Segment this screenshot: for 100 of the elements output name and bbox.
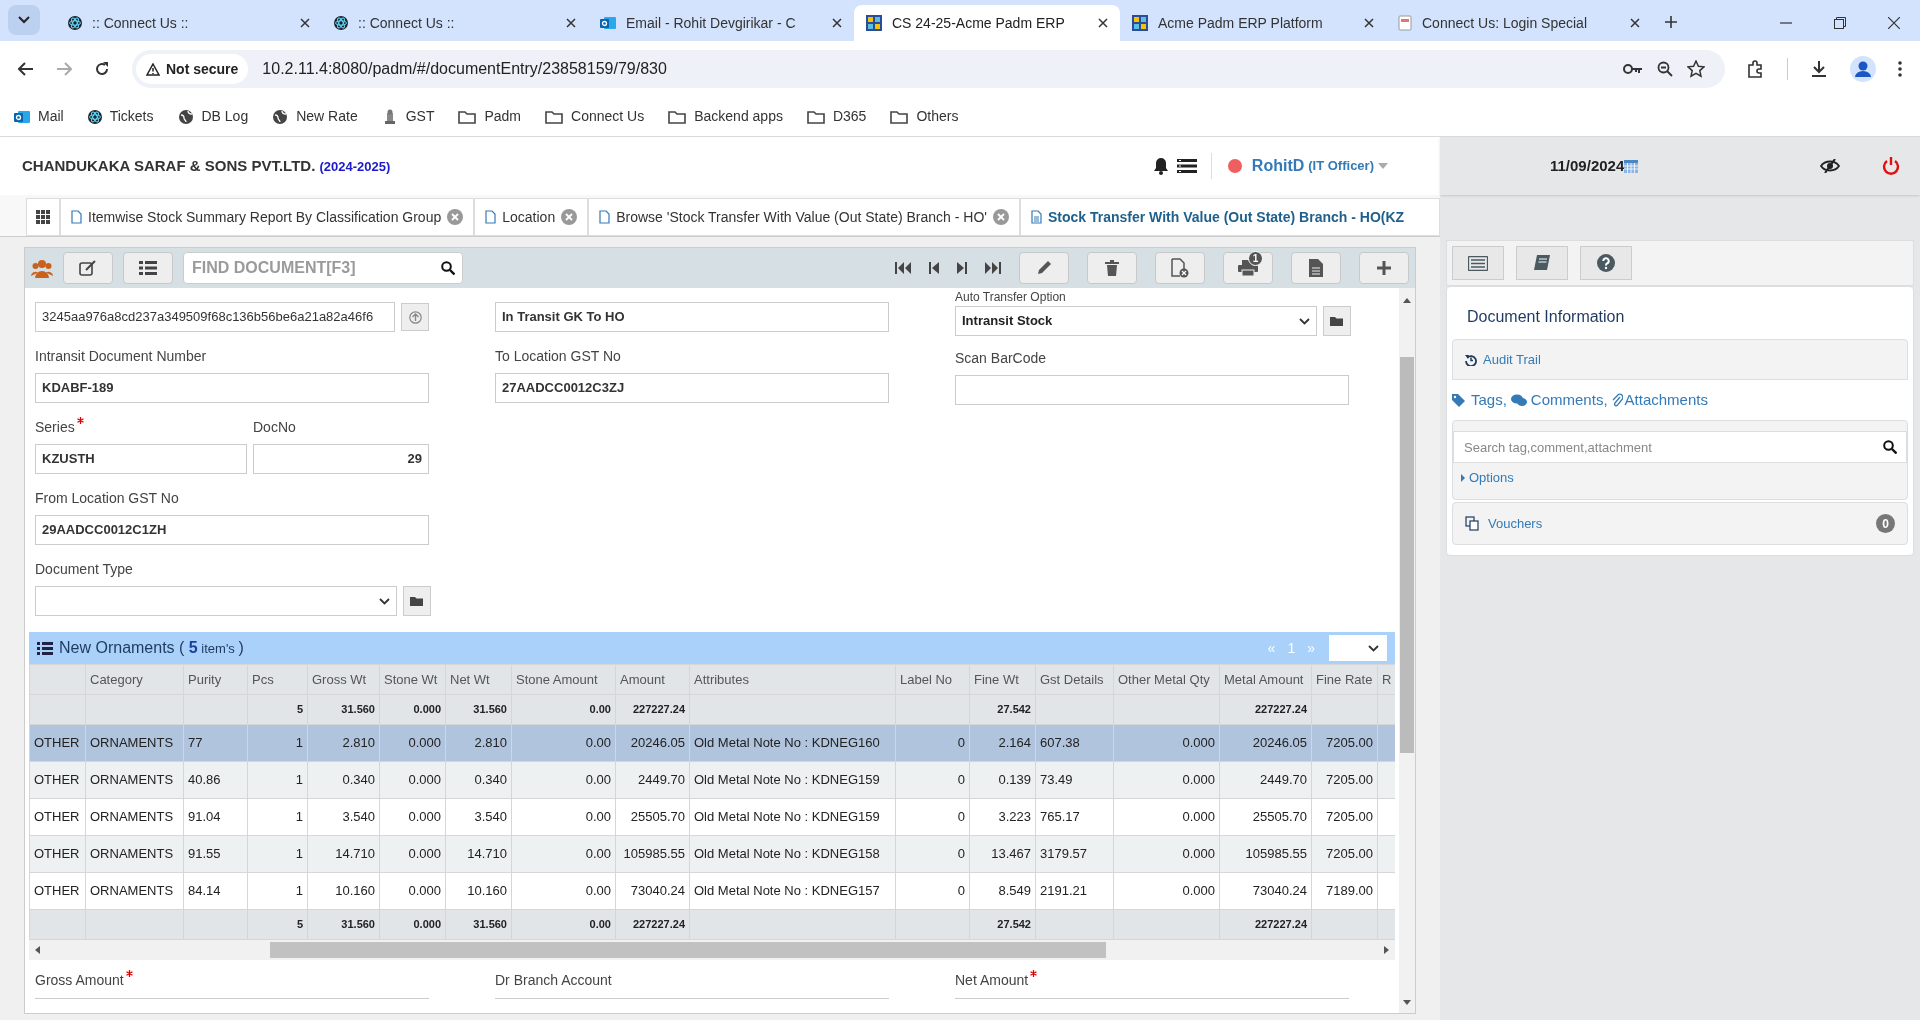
document-tab[interactable]: Itemwise Stock Summary Report By Classification Group — [60, 198, 475, 236]
previous-icon[interactable] — [929, 262, 939, 274]
cancel-document-button[interactable] — [1155, 252, 1205, 284]
puzzle-icon[interactable] — [1747, 60, 1765, 78]
security-chip[interactable]: Not secure — [136, 54, 249, 84]
next-icon[interactable] — [957, 262, 967, 274]
more-icon[interactable] — [1898, 61, 1902, 77]
input-field[interactable]: 3245aa976a8cd237a349509f68c136b56be6a21a82a46f6 — [35, 302, 395, 332]
close-icon[interactable] — [566, 18, 576, 28]
list-view-button[interactable] — [123, 252, 173, 284]
browser-tab[interactable]: Acme Padm ERP Platform — [1120, 5, 1386, 41]
search-icon[interactable] — [441, 261, 455, 275]
column-header[interactable]: Gst Details — [1035, 664, 1114, 695]
bell-icon[interactable] — [1152, 157, 1169, 175]
bookmark[interactable]: Backend apps — [668, 106, 783, 127]
close-icon[interactable] — [1888, 17, 1900, 29]
plus-icon[interactable] — [1664, 15, 1678, 29]
search-field[interactable]: Search tag,comment,attachment — [1453, 431, 1907, 463]
eye-slash-icon[interactable] — [1820, 159, 1840, 173]
edit-button[interactable] — [63, 252, 113, 284]
close-icon[interactable] — [1630, 18, 1640, 28]
power-icon[interactable] — [1882, 156, 1900, 176]
scrollbar-thumb[interactable] — [270, 942, 1106, 958]
scroll-left-icon[interactable] — [35, 946, 40, 954]
tab-search-button[interactable] — [8, 5, 40, 35]
avatar-icon[interactable] — [1850, 56, 1876, 82]
input-field[interactable]: 29AADCC0012C1ZH — [35, 515, 429, 545]
bookmark[interactable]: Padm — [458, 106, 522, 127]
tags-link[interactable]: Tags, — [1452, 388, 1507, 412]
back-arrow-icon[interactable] — [18, 62, 34, 76]
zoom-icon[interactable] — [1657, 61, 1673, 77]
print-button[interactable]: 1 — [1223, 252, 1273, 284]
table-row[interactable]: OTHER ORNAMENTS 77 1 2.810 0.000 2.810 0.00 20246.05 Old Metal Note No : KDNEG160 0 2.164 607.38 0.000 20246.05 7205.00 — [29, 724, 1395, 762]
close-circle-icon[interactable] — [447, 209, 464, 225]
table-row[interactable]: OTHER ORNAMENTS 91.04 1 3.540 0.000 3.540 0.00 25505.70 Old Metal Note No : KDNEG159 0 3.223 765.17 0.000 25505.70 7205.00 — [29, 798, 1395, 836]
scroll-up-icon[interactable] — [1403, 298, 1411, 303]
column-header[interactable]: Purity — [183, 664, 248, 695]
table-row[interactable]: OTHER ORNAMENTS 40.86 1 0.340 0.000 0.340 0.00 2449.70 Old Metal Note No : KDNEG159 0 0.139 73.49 0.000 2449.70 7205.00 — [29, 761, 1395, 799]
column-header[interactable]: Category — [85, 664, 184, 695]
browser-tab[interactable]: Connect Us: Login Special — [1386, 5, 1652, 41]
reload-icon[interactable] — [94, 61, 110, 77]
close-icon[interactable] — [1364, 18, 1374, 28]
close-icon[interactable] — [300, 18, 310, 28]
add-button[interactable] — [1359, 252, 1409, 284]
document-button[interactable] — [1291, 252, 1341, 284]
dropdown-field[interactable] — [35, 586, 397, 616]
star-icon[interactable] — [1687, 60, 1705, 78]
input-field[interactable]: 29 — [253, 444, 429, 474]
close-circle-icon[interactable] — [561, 209, 578, 225]
column-header[interactable]: Amount — [615, 664, 690, 695]
user-menu[interactable]: RohitD (IT Officer) — [1251, 154, 1388, 178]
list-view-button[interactable] — [1452, 246, 1504, 280]
column-header[interactable]: Net Wt — [445, 664, 512, 695]
pencil-button[interactable] — [1019, 252, 1069, 284]
column-header[interactable]: Gross Wt — [307, 664, 380, 695]
column-header[interactable]: Fine Rate — [1311, 664, 1378, 695]
dropdown-field[interactable]: Intransit Stock — [955, 306, 1317, 336]
column-header[interactable]: Fine Wt — [969, 664, 1036, 695]
bookmark[interactable]: DB Log — [177, 106, 249, 127]
input-field[interactable]: KDABF-189 — [35, 373, 429, 403]
people-icon[interactable] — [31, 258, 53, 278]
bookmark[interactable]: Mail — [14, 106, 64, 127]
scroll-right-icon[interactable] — [1384, 946, 1389, 954]
input-field[interactable] — [955, 375, 1349, 405]
browser-tab[interactable]: CS 24-25-Acme Padm ERP — [854, 5, 1120, 41]
scrollbar-thumb[interactable] — [1400, 357, 1414, 753]
column-header[interactable]: Other Metal Qty — [1113, 664, 1220, 695]
browser-tab[interactable]: :: Connect Us :: — [56, 5, 322, 41]
upload-button[interactable] — [401, 303, 429, 331]
input-field[interactable]: 27AADCC0012C3ZJ — [495, 373, 889, 403]
document-tab[interactable]: Location — [474, 198, 589, 236]
audit-trail-link[interactable]: Audit Trail — [1452, 339, 1908, 380]
column-header[interactable]: R — [1377, 664, 1395, 695]
delete-button[interactable] — [1087, 252, 1137, 284]
vouchers-link[interactable]: Vouchers 0 — [1452, 502, 1908, 545]
first-page-icon[interactable] — [895, 262, 911, 274]
bookmark[interactable]: D365 — [806, 106, 867, 127]
key-icon[interactable] — [1623, 63, 1643, 75]
column-header[interactable]: Pcs — [247, 664, 308, 695]
bookmark[interactable]: New Rate — [272, 106, 358, 127]
close-icon[interactable] — [832, 18, 842, 28]
comments-link[interactable]: Comments, — [1510, 388, 1608, 412]
book-button[interactable] — [1516, 246, 1568, 280]
find-document-field[interactable]: FIND DOCUMENT[F3] — [183, 252, 463, 284]
document-tab[interactable]: Browse 'Stock Transfer With Value (Out State) Branch - HO' — [588, 198, 1020, 236]
folder-button[interactable] — [1323, 306, 1351, 336]
input-field[interactable]: In Transit GK To HO — [495, 302, 889, 332]
browser-tab[interactable]: Email - Rohit Devgirikar - C — [588, 5, 854, 41]
column-header[interactable]: Stone Amount — [511, 664, 616, 695]
column-header[interactable]: Stone Wt — [379, 664, 446, 695]
address-bar[interactable]: Not secure 10.2.11.4:8080/padm/#/documentEntry/23858159/79/830 — [132, 50, 1725, 88]
close-circle-icon[interactable] — [992, 209, 1009, 225]
date-field[interactable]: 11/09/2024 — [1550, 154, 1639, 178]
scroll-down-icon[interactable] — [1403, 1000, 1411, 1005]
table-row[interactable]: OTHER ORNAMENTS 84.14 1 10.160 0.000 10.160 0.00 73040.24 Old Metal Note No : KDNEG157 0 8.549 2191.21 0.000 73040.24 7189.00 — [29, 872, 1395, 910]
bookmark[interactable]: GST — [381, 106, 435, 127]
column-header[interactable]: Label No — [895, 664, 970, 695]
list-menu-icon[interactable] — [1176, 158, 1197, 174]
document-tab[interactable]: Stock Transfer With Value (Out State) Branch - HO(KZ — [1019, 198, 1440, 236]
download-icon[interactable] — [1810, 60, 1828, 78]
